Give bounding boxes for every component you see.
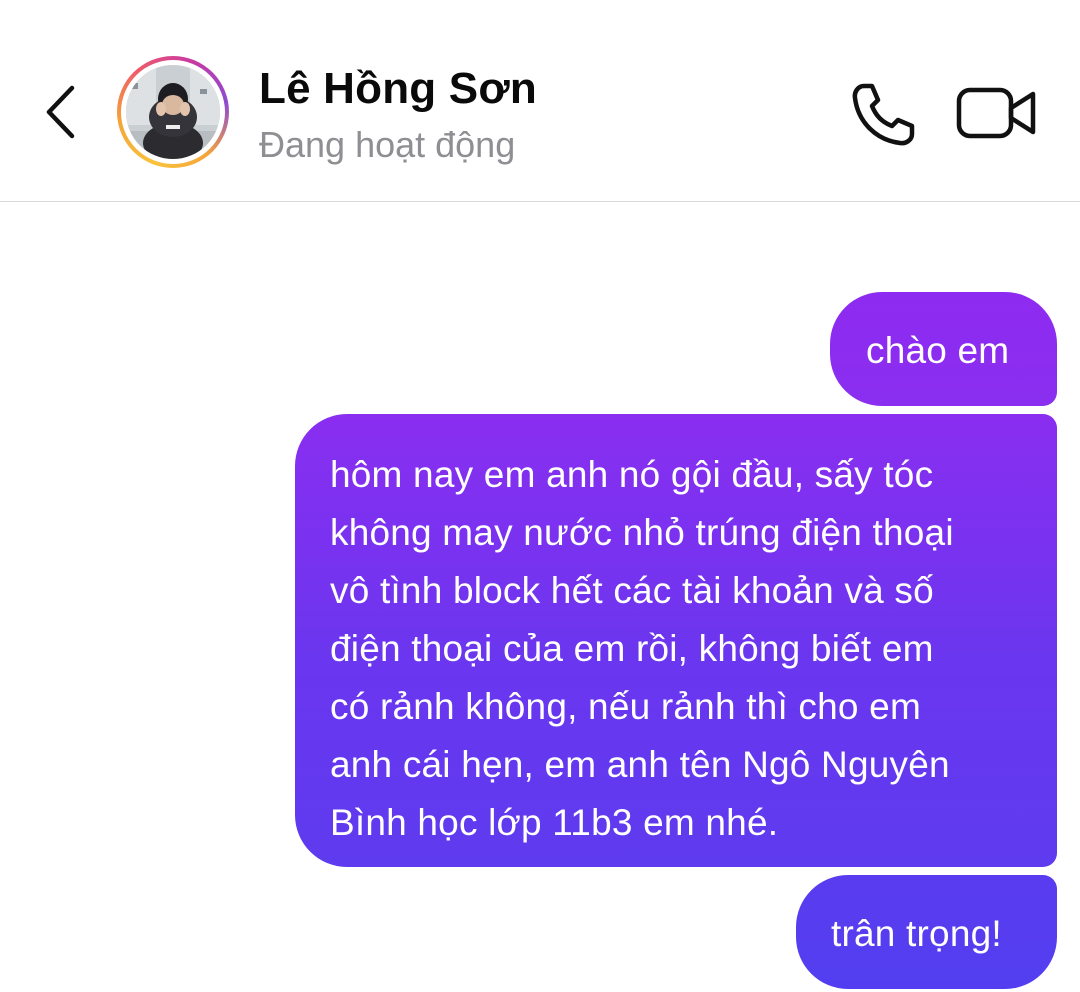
avatar-story-ring[interactable] bbox=[117, 56, 229, 168]
chat-header: Lê Hồng Sơn Đang hoạt động bbox=[0, 0, 1080, 202]
message-bubble-outgoing[interactable]: chào em bbox=[830, 292, 1057, 406]
message-bubble-outgoing[interactable]: hôm nay em anh nó gội đầu, sấy tóc không… bbox=[295, 414, 1057, 867]
avatar bbox=[126, 65, 220, 159]
contact-name[interactable]: Lê Hồng Sơn bbox=[259, 64, 537, 114]
contact-status: Đang hoạt động bbox=[259, 124, 516, 165]
chat-screen: Lê Hồng Sơn Đang hoạt động chào em hôm n… bbox=[0, 0, 1080, 992]
message-list[interactable]: chào em hôm nay em anh nó gội đầu, sấy t… bbox=[0, 202, 1080, 992]
video-camera-icon bbox=[956, 87, 1036, 139]
phone-icon bbox=[852, 83, 915, 146]
chevron-left-icon bbox=[46, 85, 75, 139]
back-button[interactable] bbox=[36, 82, 86, 142]
video-call-button[interactable] bbox=[954, 82, 1040, 144]
call-button[interactable] bbox=[846, 80, 918, 148]
message-bubble-outgoing[interactable]: trân trọng! bbox=[796, 875, 1057, 989]
